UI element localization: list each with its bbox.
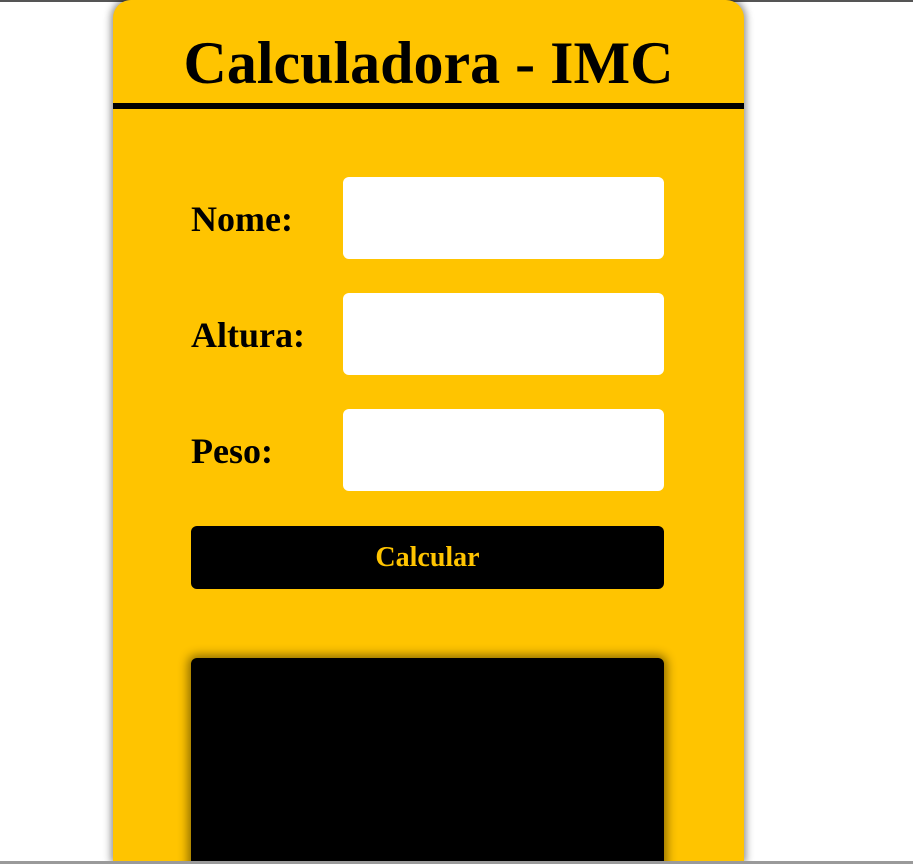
result-box (191, 658, 664, 861)
header-bar: Calculadora - IMC (113, 0, 744, 109)
weight-label: Peso: (191, 431, 273, 471)
imc-calculator-card: Calculadora - IMC Nome: Altura: Peso: Ca… (113, 0, 744, 861)
name-label: Nome: (191, 199, 293, 239)
weight-input[interactable] (343, 409, 664, 491)
calculate-button[interactable]: Calcular (191, 526, 664, 589)
name-input[interactable] (343, 177, 664, 259)
page-title: Calculadora - IMC (183, 30, 674, 96)
height-input[interactable] (343, 293, 664, 375)
height-label: Altura: (191, 315, 305, 355)
